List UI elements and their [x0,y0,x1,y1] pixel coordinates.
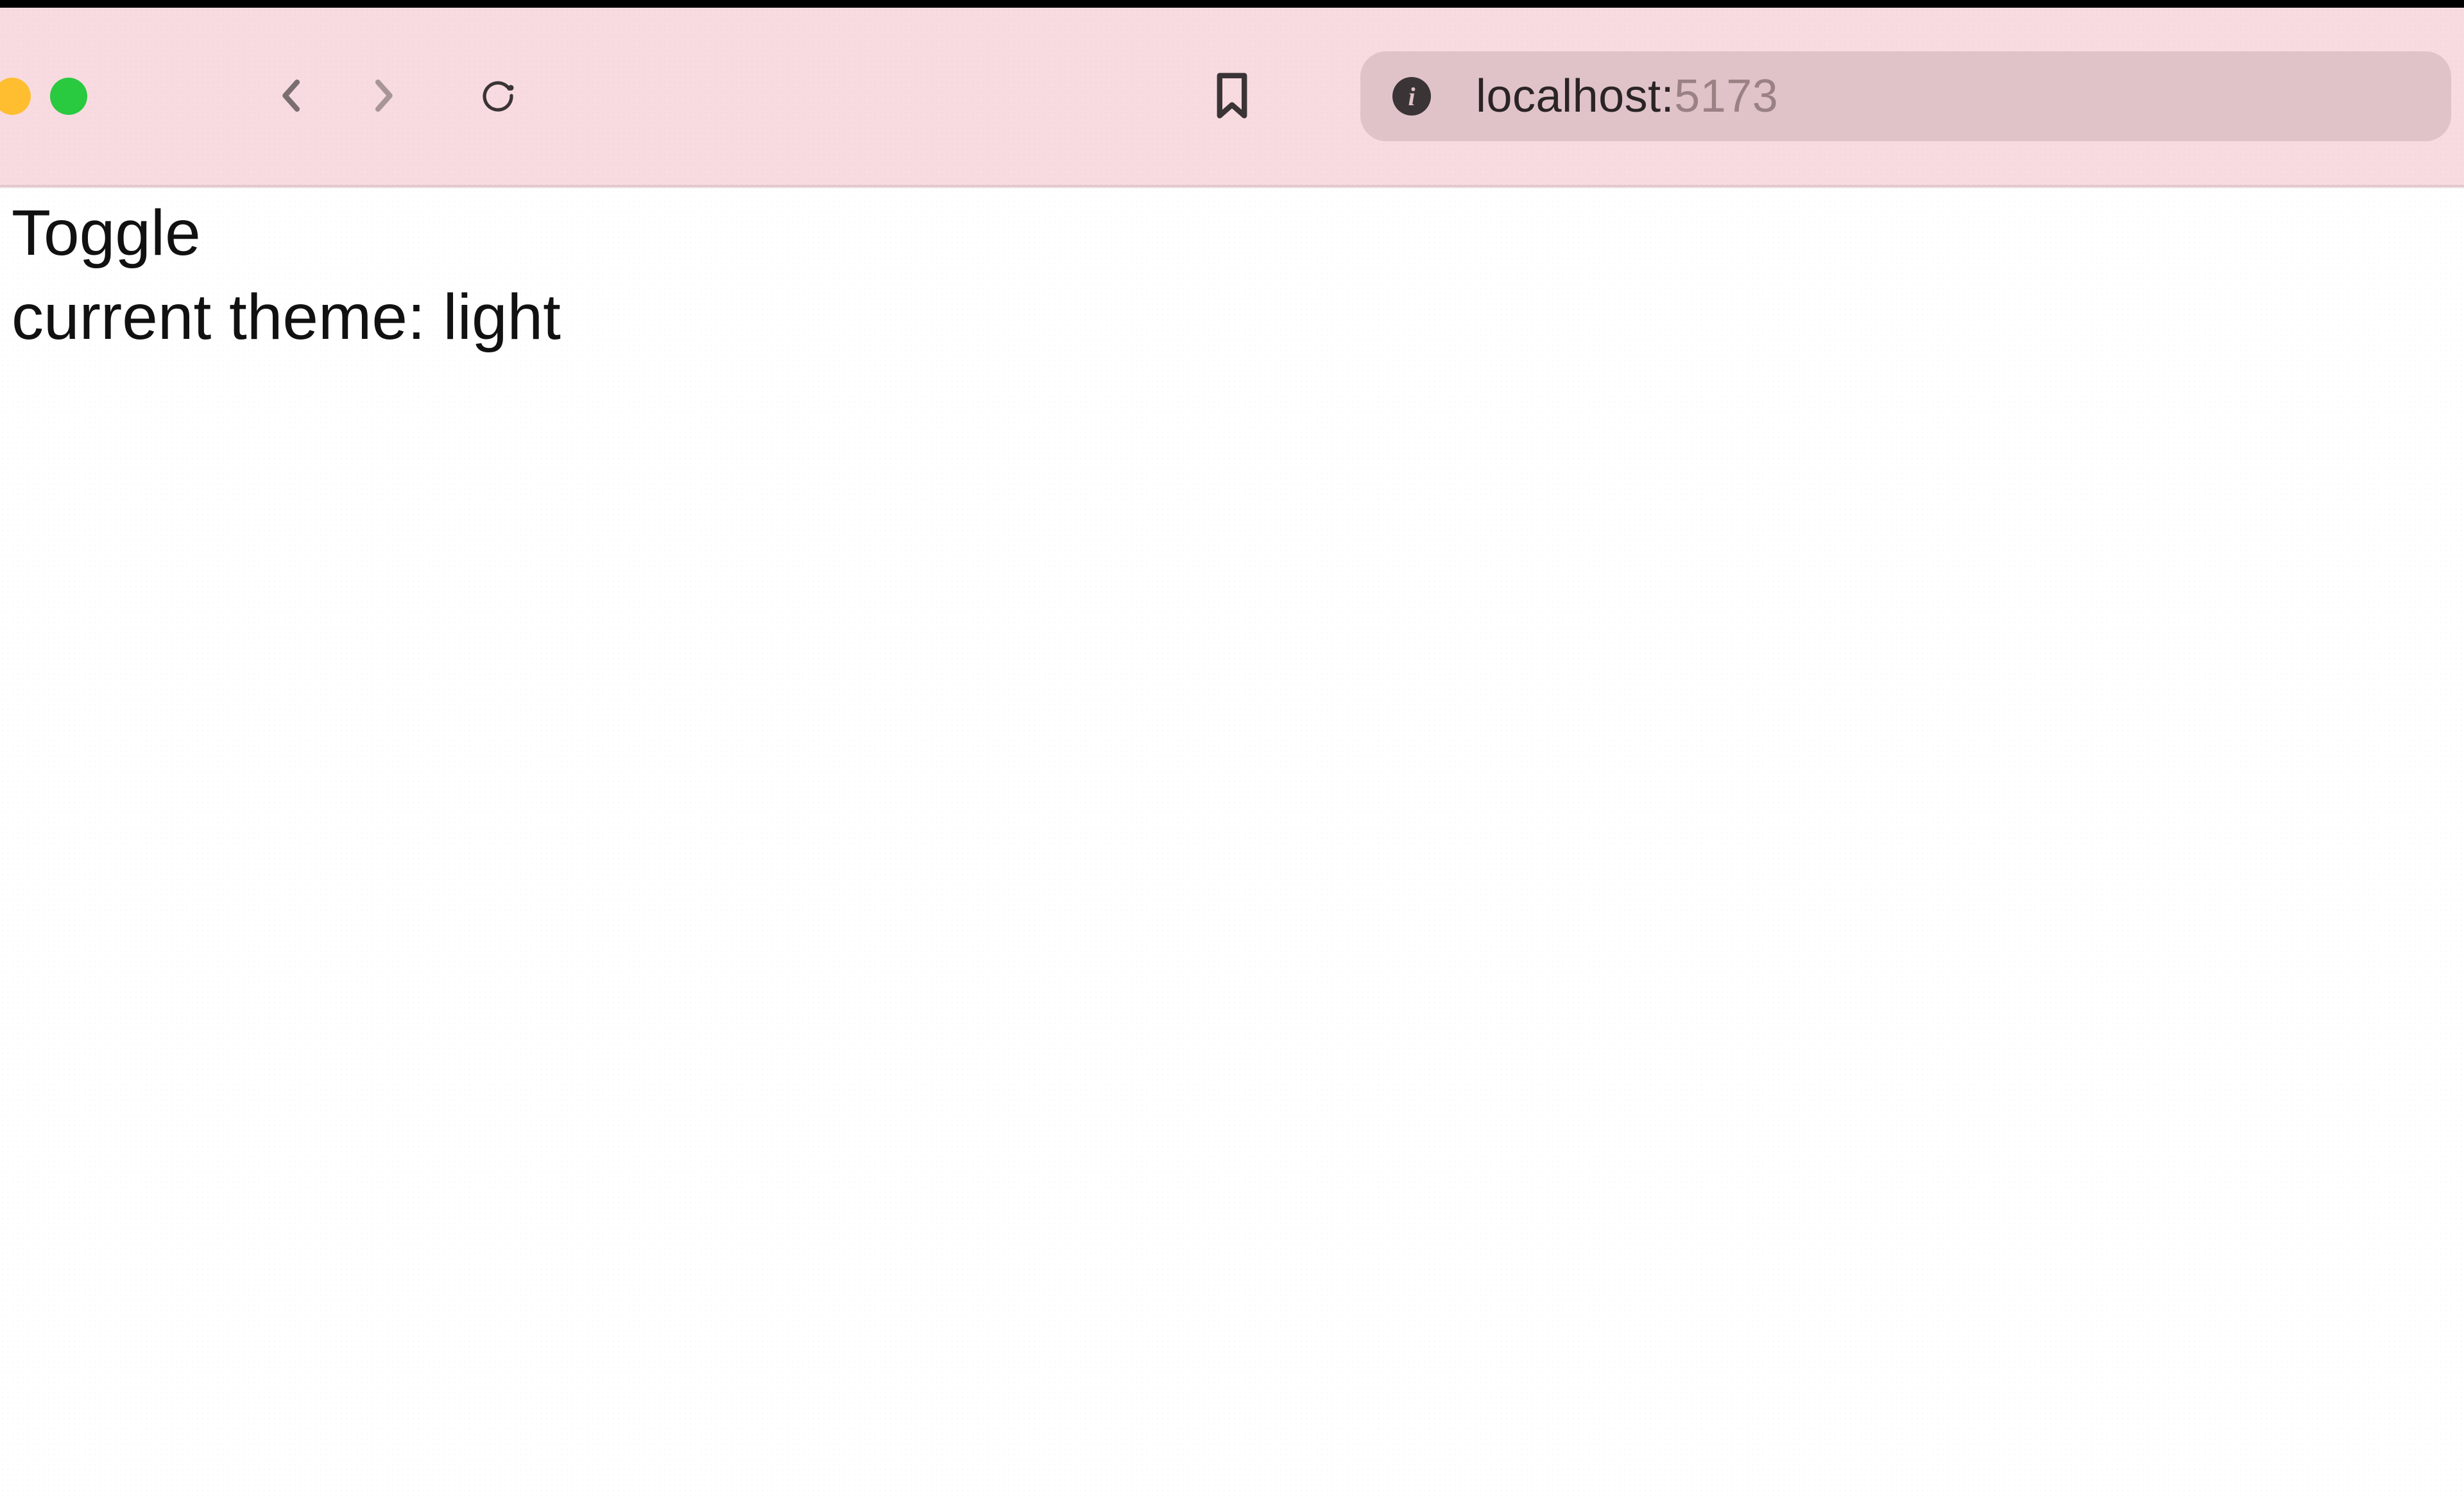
page-content: Toggle current theme: light [12,196,2452,361]
bookmark-icon [1213,73,1251,121]
url-text: localhost:5173 [1476,70,1778,123]
browser-chrome: i localhost:5173 [0,8,2464,187]
site-info-icon[interactable]: i [1392,77,1431,116]
forward-button[interactable] [357,71,408,122]
browser-window: i localhost:5173 Toggle current theme: l… [0,0,2464,1498]
page-viewport: Toggle current theme: light [0,187,2464,1498]
address-bar[interactable]: i localhost:5173 [1360,51,2451,141]
toggle-theme-button[interactable]: Toggle [12,196,201,270]
chevron-left-icon [275,78,311,116]
chevron-right-icon [364,78,400,116]
window-maximize-button[interactable] [50,78,87,115]
reload-icon [480,78,516,116]
info-glyph: i [1408,82,1415,112]
url-host: localhost: [1476,71,1674,122]
nav-buttons [267,71,524,122]
back-button[interactable] [267,71,318,122]
reload-button[interactable] [472,71,524,122]
theme-status-text: current theme: light [12,274,2452,361]
traffic-lights [0,78,87,115]
url-port: 5173 [1674,71,1778,122]
window-minimize-button[interactable] [0,78,31,115]
bookmark-button[interactable] [1206,71,1258,122]
